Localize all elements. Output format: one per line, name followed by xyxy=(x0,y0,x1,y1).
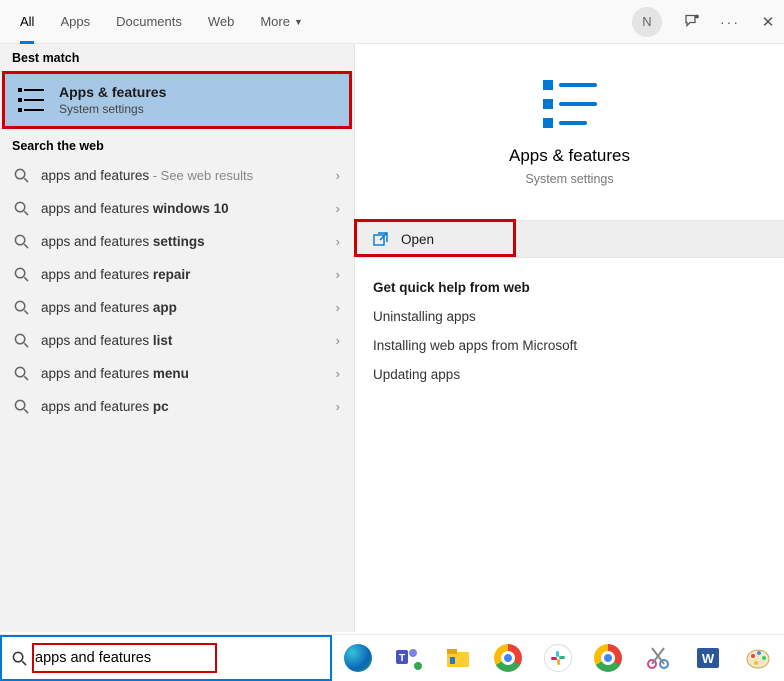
help-link-installing[interactable]: Installing web apps from Microsoft xyxy=(373,338,766,353)
results-pane: Best match Apps & features System settin… xyxy=(0,44,355,632)
taskbar-word-icon[interactable]: W xyxy=(688,638,728,678)
taskbar-paint-icon[interactable] xyxy=(738,638,778,678)
close-icon[interactable]: ✕ xyxy=(760,14,776,30)
chevron-right-icon: › xyxy=(336,234,340,249)
chevron-down-icon: ▼ xyxy=(294,17,303,27)
top-tab-bar: All Apps Documents Web More▼ N ··· ✕ xyxy=(0,0,784,44)
top-right-controls: N ··· ✕ xyxy=(632,7,776,37)
search-icon xyxy=(14,399,29,414)
search-icon xyxy=(12,651,27,666)
web-result-item[interactable]: apps and features pc › xyxy=(0,390,354,423)
web-result-item[interactable]: apps and features - See web results › xyxy=(0,159,354,192)
web-result-text: apps and features settings xyxy=(41,234,205,249)
chevron-right-icon: › xyxy=(336,267,340,282)
user-avatar[interactable]: N xyxy=(632,7,662,37)
search-icon xyxy=(14,168,29,183)
open-label: Open xyxy=(401,232,434,247)
preview-header: Apps & features System settings xyxy=(355,44,784,202)
web-result-item[interactable]: apps and features settings › xyxy=(0,225,354,258)
filter-tabs: All Apps Documents Web More▼ xyxy=(20,0,303,43)
taskbar: T W xyxy=(332,635,784,680)
bottom-bar: T W xyxy=(0,634,784,680)
preview-title: Apps & features xyxy=(355,146,784,166)
search-icon xyxy=(14,333,29,348)
preview-pane: Apps & features System settings Open Get… xyxy=(355,44,784,632)
web-result-text: apps and features app xyxy=(41,300,177,315)
chevron-right-icon: › xyxy=(336,366,340,381)
best-match-title: Apps & features xyxy=(59,84,166,100)
web-result-item[interactable]: apps and features menu › xyxy=(0,357,354,390)
web-result-text: apps and features windows 10 xyxy=(41,201,229,216)
web-result-text: apps and features list xyxy=(41,333,172,348)
svg-text:T: T xyxy=(399,653,405,664)
best-match-result[interactable]: Apps & features System settings xyxy=(2,71,352,129)
best-match-label: Best match xyxy=(0,44,354,71)
help-link-updating[interactable]: Updating apps xyxy=(373,367,766,382)
taskbar-chrome-icon[interactable] xyxy=(488,638,528,678)
quick-help-heading: Get quick help from web xyxy=(373,280,766,295)
more-options-icon[interactable]: ··· xyxy=(722,14,738,30)
best-match-text: Apps & features System settings xyxy=(59,84,166,116)
help-link-uninstalling[interactable]: Uninstalling apps xyxy=(373,309,766,324)
chevron-right-icon: › xyxy=(336,168,340,183)
search-icon xyxy=(14,300,29,315)
open-icon xyxy=(373,231,389,247)
search-icon xyxy=(14,267,29,282)
tab-more[interactable]: More▼ xyxy=(260,0,303,43)
search-icon xyxy=(14,201,29,216)
web-result-item[interactable]: apps and features repair › xyxy=(0,258,354,291)
preview-subtitle: System settings xyxy=(355,172,784,186)
chevron-right-icon: › xyxy=(336,201,340,216)
apps-features-icon xyxy=(17,85,47,115)
main-layout: Best match Apps & features System settin… xyxy=(0,44,784,632)
chevron-right-icon: › xyxy=(336,399,340,414)
taskbar-chrome2-icon[interactable] xyxy=(588,638,628,678)
feedback-icon[interactable] xyxy=(684,14,700,30)
web-result-text: apps and features repair xyxy=(41,267,190,282)
svg-text:W: W xyxy=(702,651,715,666)
taskbar-slack-icon[interactable] xyxy=(538,638,578,678)
tab-documents[interactable]: Documents xyxy=(116,0,182,43)
taskbar-snip-icon[interactable] xyxy=(638,638,678,678)
open-action[interactable]: Open xyxy=(355,220,784,258)
taskbar-edge-icon[interactable] xyxy=(338,638,378,678)
quick-help-section: Get quick help from web Uninstalling app… xyxy=(355,258,784,418)
search-box[interactable] xyxy=(0,635,332,681)
tab-web[interactable]: Web xyxy=(208,0,235,43)
search-web-label: Search the web xyxy=(0,132,354,159)
chevron-right-icon: › xyxy=(336,300,340,315)
tab-all[interactable]: All xyxy=(20,0,34,43)
search-input[interactable] xyxy=(35,650,320,666)
tab-apps[interactable]: Apps xyxy=(60,0,90,43)
apps-features-large-icon xyxy=(539,76,601,132)
search-icon xyxy=(14,366,29,381)
web-result-item[interactable]: apps and features windows 10 › xyxy=(0,192,354,225)
web-result-text: apps and features pc xyxy=(41,399,169,414)
search-icon xyxy=(14,234,29,249)
chevron-right-icon: › xyxy=(336,333,340,348)
web-result-text: apps and features menu xyxy=(41,366,189,381)
taskbar-teams-icon[interactable]: T xyxy=(388,638,428,678)
web-result-item[interactable]: apps and features list › xyxy=(0,324,354,357)
web-result-item[interactable]: apps and features app › xyxy=(0,291,354,324)
web-result-text: apps and features - See web results xyxy=(41,168,253,183)
taskbar-files-icon[interactable] xyxy=(438,638,478,678)
best-match-subtitle: System settings xyxy=(59,102,166,116)
